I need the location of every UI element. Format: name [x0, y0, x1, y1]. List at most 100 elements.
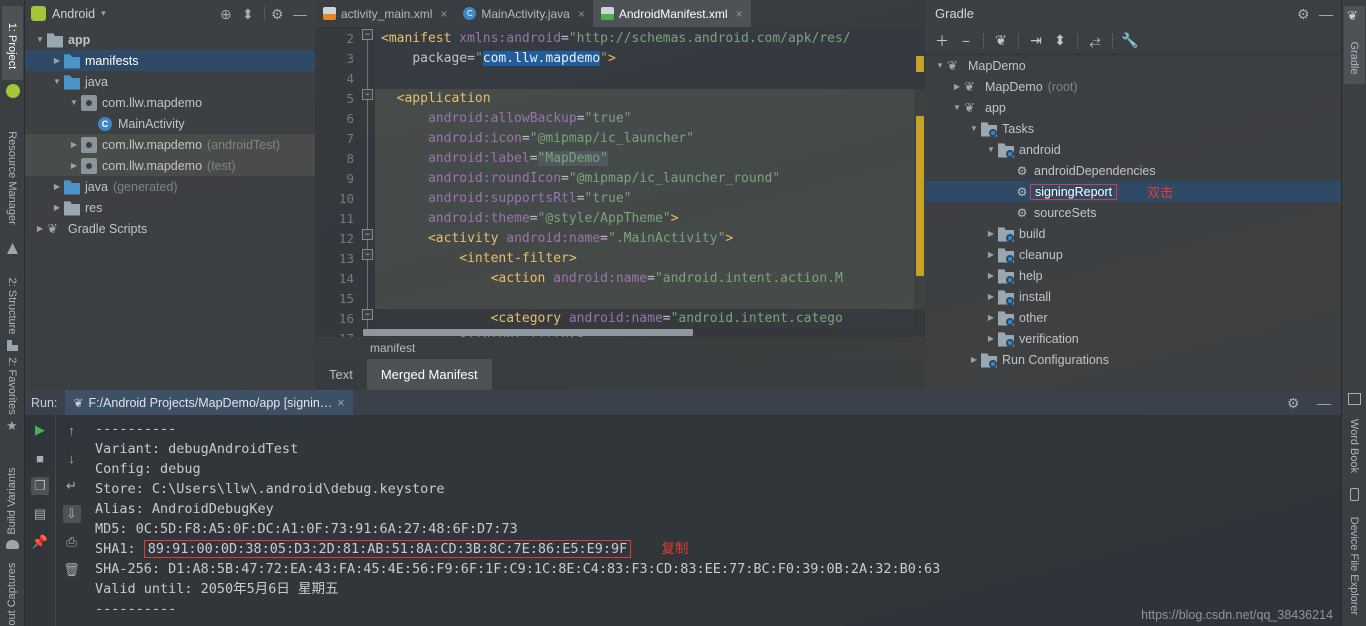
fold-marker[interactable]: − [362, 229, 373, 240]
fold-marker[interactable]: − [362, 89, 373, 100]
project-tree-item-com-llw-mapdemo[interactable]: ▶com.llw.mapdemo(test) [25, 155, 315, 176]
settings-gear-icon[interactable]: ⚙ [271, 6, 287, 22]
gradle-tree-item-tasks[interactable]: ▼Tasks [925, 118, 1341, 139]
hide-panel-icon[interactable]: — [1319, 6, 1335, 22]
run-left-toolbar[interactable]: ▶■❐▤📌 [25, 415, 55, 626]
settings-gear-icon[interactable]: ⚙ [1287, 395, 1303, 411]
console-output[interactable]: ----------Variant: debugAndroidTestConfi… [87, 415, 1341, 626]
expand-all-icon[interactable]: ⇥ [1025, 30, 1047, 52]
project-view-selector-label[interactable]: Android [52, 7, 95, 21]
soft-wrap-button[interactable]: ↵ [63, 477, 81, 495]
chevron-down-icon[interactable]: ▼ [50, 77, 64, 86]
code-line-15[interactable] [375, 289, 925, 309]
settings-gear-icon[interactable]: ⚙ [1297, 6, 1313, 22]
breadcrumb[interactable]: manifest [315, 337, 925, 359]
chevron-right-icon[interactable]: ▶ [50, 56, 64, 65]
hide-panel-icon[interactable]: — [1317, 395, 1333, 411]
gradle-tree-item-mapdemo[interactable]: ▼❦MapDemo [925, 55, 1341, 76]
chevron-down-icon[interactable]: ▼ [984, 145, 998, 154]
code-line-12[interactable]: <activity android:name=".MainActivity"> [375, 229, 925, 249]
code-line-5[interactable]: <application [375, 89, 925, 109]
code-line-3[interactable]: package="com.llw.mapdemo"> [375, 49, 925, 69]
chevron-down-icon[interactable]: ▾ [101, 8, 106, 19]
chevron-right-icon[interactable]: ▶ [67, 140, 81, 149]
chevron-down-icon[interactable]: ▼ [33, 35, 47, 44]
editor-vertical-scrollbar[interactable] [914, 54, 925, 337]
code-line-9[interactable]: android:roundIcon="@mipmap/ic_launcher_r… [375, 169, 925, 189]
code-text[interactable]: <manifest xmlns:android="http://schemas.… [375, 27, 925, 337]
fold-marker[interactable]: − [362, 309, 373, 320]
gradle-tree-item-androiddependencies[interactable]: ▶⚙androidDependencies [925, 160, 1341, 181]
chevron-down-icon[interactable]: ▼ [967, 124, 981, 133]
gradle-tree-item-install[interactable]: ▶install [925, 286, 1341, 307]
stop-button[interactable]: ■ [31, 449, 49, 467]
code-line-14[interactable]: <action android:name="android.intent.act… [375, 269, 925, 289]
close-icon[interactable]: × [440, 7, 447, 21]
sidebar-item-layout-captures[interactable]: Layout Captures [6, 563, 18, 626]
chevron-down-icon[interactable]: ▼ [933, 61, 947, 70]
chevron-right-icon[interactable]: ▶ [50, 182, 64, 191]
sidebar-item-word-book[interactable]: Word Book [1348, 419, 1360, 473]
build-tools-wrench-icon[interactable]: 🔧 [1119, 30, 1141, 52]
sidebar-item-resource-manager[interactable]: Resource Manager [6, 131, 18, 225]
layout-button[interactable]: ▤ [31, 505, 49, 523]
gradle-tree-item-verification[interactable]: ▶verification [925, 328, 1341, 349]
chevron-right-icon[interactable]: ▶ [33, 224, 47, 233]
project-tree-item-gradle-scripts[interactable]: ▶❦Gradle Scripts [25, 218, 315, 239]
code-line-7[interactable]: android:icon="@mipmap/ic_launcher" [375, 129, 925, 149]
pin-tab-button[interactable]: 📌 [31, 533, 49, 551]
sidebar-item-project[interactable]: 1: Project [6, 23, 18, 69]
editor-tab-activity-main-xml[interactable]: activity_main.xml× [315, 0, 455, 27]
hide-panel-icon[interactable]: — [293, 6, 309, 22]
clear-all-button[interactable]: 🗑 [63, 561, 81, 579]
project-tree-item-manifests[interactable]: ▶manifests [25, 50, 315, 71]
sidebar-item-build-variants[interactable]: Build Variants [6, 467, 18, 534]
gradle-tree-item-run-configurations[interactable]: ▶Run Configurations [925, 349, 1341, 370]
project-tree-item-java[interactable]: ▼java [25, 71, 315, 92]
chevron-right-icon[interactable]: ▶ [984, 271, 998, 280]
code-line-13[interactable]: <intent-filter> [375, 249, 925, 269]
close-icon[interactable]: × [736, 7, 743, 21]
close-icon[interactable]: × [578, 7, 585, 21]
sidebar-item-structure[interactable]: 2: Structure [6, 278, 18, 335]
code-line-11[interactable]: android:theme="@style/AppTheme"> [375, 209, 925, 229]
code-line-2[interactable]: <manifest xmlns:android="http://schemas.… [375, 29, 925, 49]
chevron-right-icon[interactable]: ▶ [967, 355, 981, 364]
down-arrow-button[interactable]: ↓ [63, 449, 81, 467]
editor-mode-tab-text[interactable]: Text [315, 359, 367, 390]
scroll-to-end-button[interactable]: ⇩ [63, 505, 81, 523]
project-tree-item-res[interactable]: ▶res [25, 197, 315, 218]
gradle-task-tree[interactable]: ▼❦MapDemo▶❦MapDemo(root)▼❦app▼Tasks▼andr… [925, 55, 1341, 370]
editor-tab-mainactivity-java[interactable]: CMainActivity.java× [455, 0, 593, 27]
project-tree[interactable]: ▼app▶manifests▼java▼com.llw.mapdemo▶CMai… [25, 27, 315, 239]
chevron-right-icon[interactable]: ▶ [950, 82, 964, 91]
editor-horizontal-scrollbar[interactable] [361, 328, 913, 337]
fold-marker[interactable]: − [362, 29, 373, 40]
sidebar-item-device-file-explorer[interactable]: Device File Explorer [1348, 517, 1360, 615]
chevron-right-icon[interactable]: ▶ [984, 334, 998, 343]
scrollbar-thumb[interactable] [916, 116, 924, 276]
scrollbar-thumb[interactable] [363, 329, 693, 336]
project-tree-item-java[interactable]: ▶java(generated) [25, 176, 315, 197]
close-icon[interactable]: × [337, 396, 344, 410]
chevron-right-icon[interactable]: ▶ [984, 229, 998, 238]
gradle-tree-item-app[interactable]: ▼❦app [925, 97, 1341, 118]
gradle-tree-item-signingreport[interactable]: ▶⚙signingReport双击 [925, 181, 1341, 202]
chevron-down-icon[interactable]: ▼ [950, 103, 964, 112]
gradle-tree-item-other[interactable]: ▶other [925, 307, 1341, 328]
code-line-6[interactable]: android:allowBackup="true" [375, 109, 925, 129]
refresh-gradle-icon[interactable]: ❦ [990, 30, 1012, 52]
collapse-all-icon[interactable]: ⬍ [242, 6, 258, 22]
sha1-fingerprint-value[interactable]: 89:91:00:0D:38:05:D3:2D:81:AB:51:8A:CD:3… [144, 540, 632, 558]
chevron-right-icon[interactable]: ▶ [984, 313, 998, 322]
chevron-right-icon[interactable]: ▶ [984, 292, 998, 301]
project-tree-item-com-llw-mapdemo[interactable]: ▶com.llw.mapdemo(androidTest) [25, 134, 315, 155]
editor-tab-androidmanifest-xml[interactable]: AndroidManifest.xml× [593, 0, 751, 27]
up-arrow-button[interactable]: ↑ [63, 421, 81, 439]
project-tree-item-mainactivity[interactable]: ▶CMainActivity [25, 113, 315, 134]
editor-mode-tab-merged-manifest[interactable]: Merged Manifest [367, 359, 492, 390]
gradle-tree-item-mapdemo[interactable]: ▶❦MapDemo(root) [925, 76, 1341, 97]
editor-tab-bar[interactable]: activity_main.xml×CMainActivity.java×And… [315, 0, 925, 27]
sidebar-item-gradle[interactable]: Gradle [1348, 41, 1360, 74]
run-tab[interactable]: ❦ F:/Android Projects/MapDemo/app [signi… [65, 390, 352, 415]
